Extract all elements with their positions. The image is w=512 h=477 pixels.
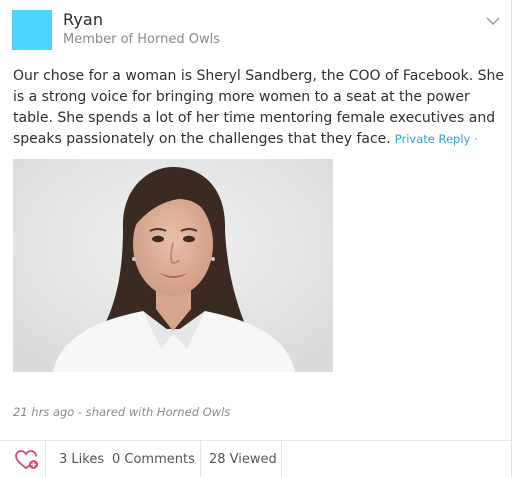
post-timestamp: 21 hrs ago - shared with Horned Owls [13,405,231,419]
avatar[interactable] [12,10,52,50]
post-header: Ryan Member of Horned Owls [12,10,504,54]
comments-count[interactable]: 0 Comments [112,452,195,467]
post-body: Our chose for a woman is Sheryl Sandberg… [13,66,505,150]
author-name[interactable]: Ryan [63,10,103,29]
footer-divider [200,441,201,477]
like-button[interactable] [0,441,46,477]
post-card: Ryan Member of Horned Owls Our chose for… [0,0,512,477]
post-footer: 3 Likes 0 Comments 28 Viewed [0,440,512,477]
author-group: Member of Horned Owls [63,32,220,47]
portrait-photo [13,159,333,372]
footer-divider [281,441,282,477]
heart-plus-icon [15,450,38,469]
viewed-count[interactable]: 28 Viewed [209,452,277,467]
likes-count[interactable]: 3 Likes [59,452,104,467]
chevron-down-icon[interactable] [486,16,500,26]
post-image[interactable] [13,159,333,372]
private-reply-link[interactable]: Private Reply · [395,132,478,146]
